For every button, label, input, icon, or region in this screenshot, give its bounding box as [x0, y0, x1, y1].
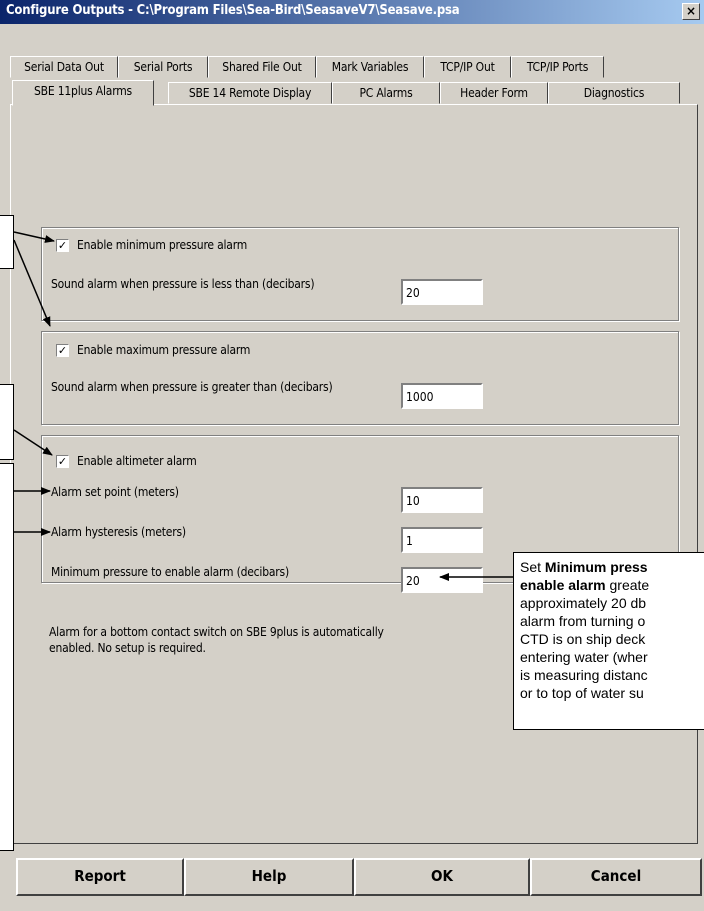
tab-diagnostics[interactable]: Diagnostics — [548, 82, 680, 104]
enable-max-pressure-label: Enable maximum pressure alarm — [77, 343, 251, 357]
annotation-box-setpoint — [0, 463, 14, 851]
callout-line8: or to top of water su — [520, 685, 644, 701]
annotation-box-pressure — [0, 215, 14, 269]
annotation-callout-min-pressure: Set Minimum press enable alarm greate ap… — [513, 552, 704, 730]
callout-line5: CTD is on ship deck — [520, 631, 646, 647]
tab-label: Mark Variables — [331, 60, 409, 74]
window-title: Configure Outputs - C:\Program Files\Sea… — [6, 3, 460, 18]
close-icon: × — [685, 4, 697, 18]
tab-tcpip-out[interactable]: TCP/IP Out — [424, 56, 511, 78]
min-pressure-sound-label: Sound alarm when pressure is less than (… — [51, 277, 315, 291]
enable-min-pressure-checkbox[interactable]: ✓ — [56, 239, 69, 252]
ok-button[interactable]: OK — [354, 858, 530, 896]
min-pressure-enable-input[interactable]: 20 — [401, 567, 483, 593]
enable-max-pressure-checkbox[interactable]: ✓ — [56, 344, 69, 357]
callout-bold-text: enable alarm — [520, 577, 606, 593]
annotation-box-altimeter — [0, 384, 14, 460]
callout-line7: is measuring distanc — [520, 667, 648, 683]
alarm-setpoint-input[interactable]: 10 — [401, 487, 483, 513]
min-pressure-input[interactable]: 20 — [401, 279, 483, 305]
help-button[interactable]: Help — [184, 858, 354, 896]
tab-sbe-11plus-alarms[interactable]: SBE 11plus Alarms — [12, 80, 154, 106]
cancel-button[interactable]: Cancel — [530, 858, 702, 896]
tab-serial-data-out[interactable]: Serial Data Out — [10, 56, 118, 78]
title-bar[interactable]: Configure Outputs - C:\Program Files\Sea… — [0, 0, 704, 24]
callout-text: greate — [605, 577, 650, 593]
tab-label: Shared File Out — [222, 60, 302, 74]
callout-bold-text: Minimum press — [544, 559, 648, 575]
callout-line4: alarm from turning o — [520, 613, 646, 629]
callout-line3: approximately 20 db — [520, 595, 647, 611]
tab-sbe-14-remote-display[interactable]: SBE 14 Remote Display — [168, 82, 332, 104]
enable-altimeter-checkbox[interactable]: ✓ — [56, 455, 69, 468]
tab-header-form[interactable]: Header Form — [440, 82, 548, 104]
bottom-contact-note-line2: enabled. No setup is required. — [49, 641, 206, 655]
report-button[interactable]: Report — [16, 858, 184, 896]
tab-label: SBE 14 Remote Display — [188, 86, 312, 100]
configure-outputs-dialog: Configure Outputs - C:\Program Files\Sea… — [0, 0, 704, 911]
enable-min-pressure-label: Enable minimum pressure alarm — [77, 238, 248, 252]
callout-line1: Set Minimum press — [520, 558, 704, 576]
tab-label: Diagnostics — [583, 86, 645, 100]
callout-line6: entering water (wher — [520, 649, 648, 665]
tab-label: Serial Ports — [133, 60, 193, 74]
tab-tcpip-ports[interactable]: TCP/IP Ports — [511, 56, 604, 78]
tab-pc-alarms[interactable]: PC Alarms — [332, 82, 440, 104]
alarm-hysteresis-input[interactable]: 1 — [401, 527, 483, 553]
alarm-setpoint-label: Alarm set point (meters) — [51, 485, 179, 499]
tab-label: PC Alarms — [359, 86, 413, 100]
max-pressure-input[interactable]: 1000 — [401, 383, 483, 409]
tab-label: Header Form — [460, 86, 528, 100]
check-icon: ✓ — [57, 344, 68, 357]
tab-label: TCP/IP Out — [440, 60, 495, 74]
tab-label: SBE 11plus Alarms — [34, 84, 132, 98]
tab-label: Serial Data Out — [24, 60, 104, 74]
alarm-hysteresis-label: Alarm hysteresis (meters) — [51, 525, 186, 539]
close-button[interactable]: × — [682, 3, 700, 20]
tab-label: TCP/IP Ports — [526, 60, 589, 74]
tab-mark-variables[interactable]: Mark Variables — [316, 56, 424, 78]
sbe-11plus-alarms-panel: ✓ Enable minimum pressure alarm Sound al… — [10, 104, 698, 844]
tab-shared-file-out[interactable]: Shared File Out — [208, 56, 316, 78]
max-pressure-sound-label: Sound alarm when pressure is greater tha… — [51, 380, 333, 394]
bottom-contact-note-line1: Alarm for a bottom contact switch on SBE… — [49, 625, 384, 639]
enable-altimeter-label: Enable altimeter alarm — [77, 454, 197, 468]
tab-serial-ports[interactable]: Serial Ports — [118, 56, 208, 78]
callout-text: Set — [520, 559, 545, 575]
callout-line2: enable alarm greate — [520, 576, 704, 594]
check-icon: ✓ — [57, 455, 68, 468]
check-icon: ✓ — [57, 239, 68, 252]
min-pressure-enable-label: Minimum pressure to enable alarm (deciba… — [51, 565, 289, 579]
